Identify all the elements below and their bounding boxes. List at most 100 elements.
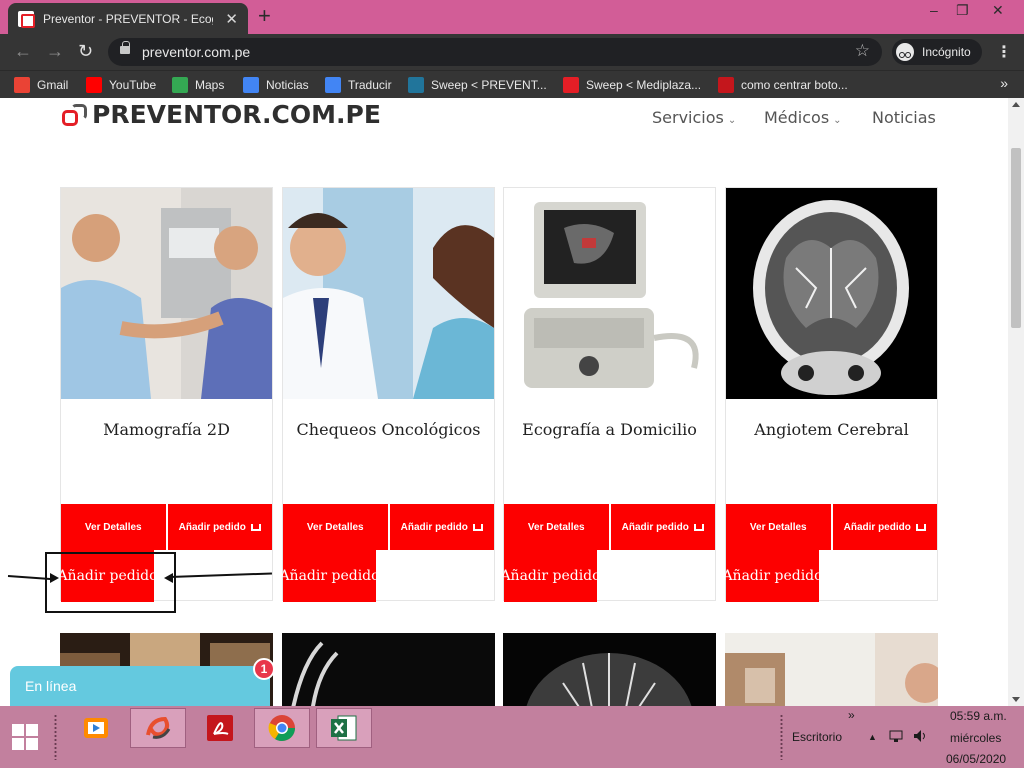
chat-notification-badge: 1 (253, 658, 275, 680)
view-details-button[interactable]: Ver Detalles (283, 504, 388, 550)
taskbar-grip[interactable] (54, 714, 57, 760)
taskbar-grip[interactable] (780, 714, 783, 760)
swirl-app-taskbar-icon[interactable] (130, 708, 186, 748)
back-icon[interactable]: ← (14, 41, 32, 62)
product-title[interactable]: Ecografía a Domicilio (504, 420, 715, 439)
nav-servicios[interactable]: Servicios ⌄ (652, 108, 736, 127)
bookmark-item[interactable]: como centrar boto... (718, 77, 848, 93)
add-to-order-large-button[interactable]: Añadir pedido (500, 550, 601, 602)
product-image-ultrasound[interactable] (504, 188, 715, 399)
scroll-up-icon[interactable] (1012, 102, 1020, 107)
close-window-icon[interactable]: ✕ (992, 2, 1004, 19)
url-text[interactable]: preventor.com.pe (142, 44, 250, 60)
minimize-icon[interactable]: – (930, 2, 938, 18)
browser-titlebar: Preventor - PREVENTOR - Ecogra ✕ + – ❐ ✕ (0, 0, 1024, 34)
scroll-down-icon[interactable] (1012, 697, 1020, 702)
new-tab-button[interactable]: + (258, 5, 271, 27)
product-card: Chequeos Oncológicos Ver Detalles Añadir… (279, 187, 495, 602)
nav-label: Noticias (872, 108, 936, 127)
bookmark-item[interactable]: Maps (172, 77, 224, 93)
restore-icon[interactable]: ❐ (956, 2, 969, 19)
view-details-button[interactable]: Ver Detalles (726, 504, 831, 550)
toolbar-expand-icon[interactable]: » (848, 708, 855, 722)
view-details-button[interactable]: Ver Detalles (504, 504, 609, 550)
chat-status-label: En línea (25, 678, 77, 694)
page-scrollbar[interactable] (1008, 98, 1024, 706)
annotation-highlight-box (45, 552, 176, 613)
media-player-taskbar-icon[interactable] (68, 708, 124, 748)
address-bar[interactable]: preventor.com.pe ☆ (108, 38, 882, 66)
nav-label: Médicos (764, 108, 830, 127)
bookmark-item[interactable]: YouTube (86, 77, 156, 93)
desktop-toolbar-label[interactable]: Escritorio (792, 730, 842, 744)
product-image-row2[interactable] (725, 633, 938, 706)
add-to-order-large-button[interactable]: Añadir pedido (722, 550, 823, 602)
incognito-indicator[interactable]: Incógnito (892, 39, 982, 65)
volume-icon[interactable] (912, 728, 928, 747)
bookmark-item[interactable]: Sweep < Mediplaza... (563, 77, 701, 93)
clock-day[interactable]: miércoles (950, 731, 1001, 745)
bookmark-item[interactable]: Traducir (325, 77, 392, 93)
excel-taskbar-icon[interactable] (316, 708, 372, 748)
product-title[interactable]: Chequeos Oncológicos (283, 420, 494, 439)
site-logo[interactable]: PREVENTOR.COM.PE (62, 100, 381, 129)
product-title[interactable]: Mamografía 2D (61, 420, 272, 439)
cart-icon (915, 523, 926, 531)
add-to-order-button[interactable]: Añadir pedido (610, 504, 715, 550)
chrome-taskbar-icon[interactable] (254, 708, 310, 748)
product-image-checkup[interactable] (283, 188, 494, 399)
browser-menu-icon[interactable]: ⋮ (996, 42, 1012, 62)
tray-expand-icon[interactable]: ▲ (868, 732, 877, 742)
bookmark-star-icon[interactable]: ☆ (855, 41, 870, 61)
bookmark-label: Sweep < PREVENT... (431, 78, 547, 92)
bookmark-item[interactable]: Noticias (243, 77, 309, 93)
browser-tab[interactable]: Preventor - PREVENTOR - Ecogra ✕ (8, 3, 248, 34)
bookmark-item[interactable]: Sweep < PREVENT... (408, 77, 547, 93)
bookmark-favicon-icon (563, 77, 579, 93)
bookmark-favicon-icon (325, 77, 341, 93)
logo-mark-icon (62, 102, 88, 128)
product-title[interactable]: Angiotem Cerebral (726, 420, 937, 439)
site-favicon-icon (18, 10, 35, 28)
scrollbar-thumb[interactable] (1011, 148, 1021, 328)
bookmarks-bar: Gmail YouTube Maps Noticias Traducir Sweep < … (0, 70, 1024, 98)
chevron-down-icon: ⌄ (727, 115, 737, 126)
browser-toolbar: ← → ↻ preventor.com.pe ☆ Incógnito ⋮ (0, 34, 1024, 70)
nav-noticias[interactable]: Noticias (872, 108, 936, 127)
bookmark-item[interactable]: Gmail (14, 77, 68, 93)
product-image-mammography[interactable] (61, 188, 272, 399)
add-to-order-button[interactable]: Añadir pedido (167, 504, 272, 550)
clock-date[interactable]: 06/05/2020 (946, 752, 1006, 766)
windows-start-icon[interactable] (12, 724, 38, 750)
bookmarks-overflow-icon[interactable]: » (1000, 75, 1008, 91)
add-to-order-button[interactable]: Añadir pedido (832, 504, 937, 550)
bookmark-label: YouTube (109, 78, 157, 92)
button-label: Ver Detalles (306, 521, 364, 533)
cart-icon (472, 523, 483, 531)
chat-widget[interactable]: En línea (10, 666, 270, 706)
product-image-row2[interactable] (503, 633, 716, 706)
button-label: Añadir pedido (178, 521, 246, 533)
view-details-button[interactable]: Ver Detalles (61, 504, 166, 550)
product-image-row2[interactable] (282, 633, 495, 706)
network-icon[interactable] (888, 728, 904, 747)
nav-label: Servicios (652, 108, 724, 127)
reload-icon[interactable]: ↻ (78, 41, 93, 62)
product-card: Angiotem Cerebral Ver Detalles Añadir pe… (722, 187, 938, 602)
windows-taskbar: » Escritorio ▲ 05:59 a.m. miércoles 06/0… (0, 706, 1024, 768)
button-label: Ver Detalles (84, 521, 142, 533)
annotation-arrowhead-icon (164, 573, 173, 583)
clock-time[interactable]: 05:59 a.m. (950, 709, 1007, 723)
nav-medicos[interactable]: Médicos ⌄ (764, 108, 842, 127)
add-to-order-button[interactable]: Añadir pedido (389, 504, 494, 550)
bookmark-favicon-icon (14, 77, 30, 93)
add-to-order-large-button[interactable]: Añadir pedido (279, 550, 380, 602)
product-card: Ecografía a Domicilio Ver Detalles Añadi… (500, 187, 716, 602)
bookmark-favicon-icon (718, 77, 734, 93)
forward-icon[interactable]: → (46, 41, 64, 62)
incognito-label: Incógnito (922, 45, 971, 59)
acrobat-taskbar-icon[interactable] (192, 708, 248, 748)
close-tab-icon[interactable]: ✕ (225, 10, 238, 28)
product-image-brain-ct[interactable] (726, 188, 937, 399)
annotation-arrowhead-icon (50, 573, 59, 583)
